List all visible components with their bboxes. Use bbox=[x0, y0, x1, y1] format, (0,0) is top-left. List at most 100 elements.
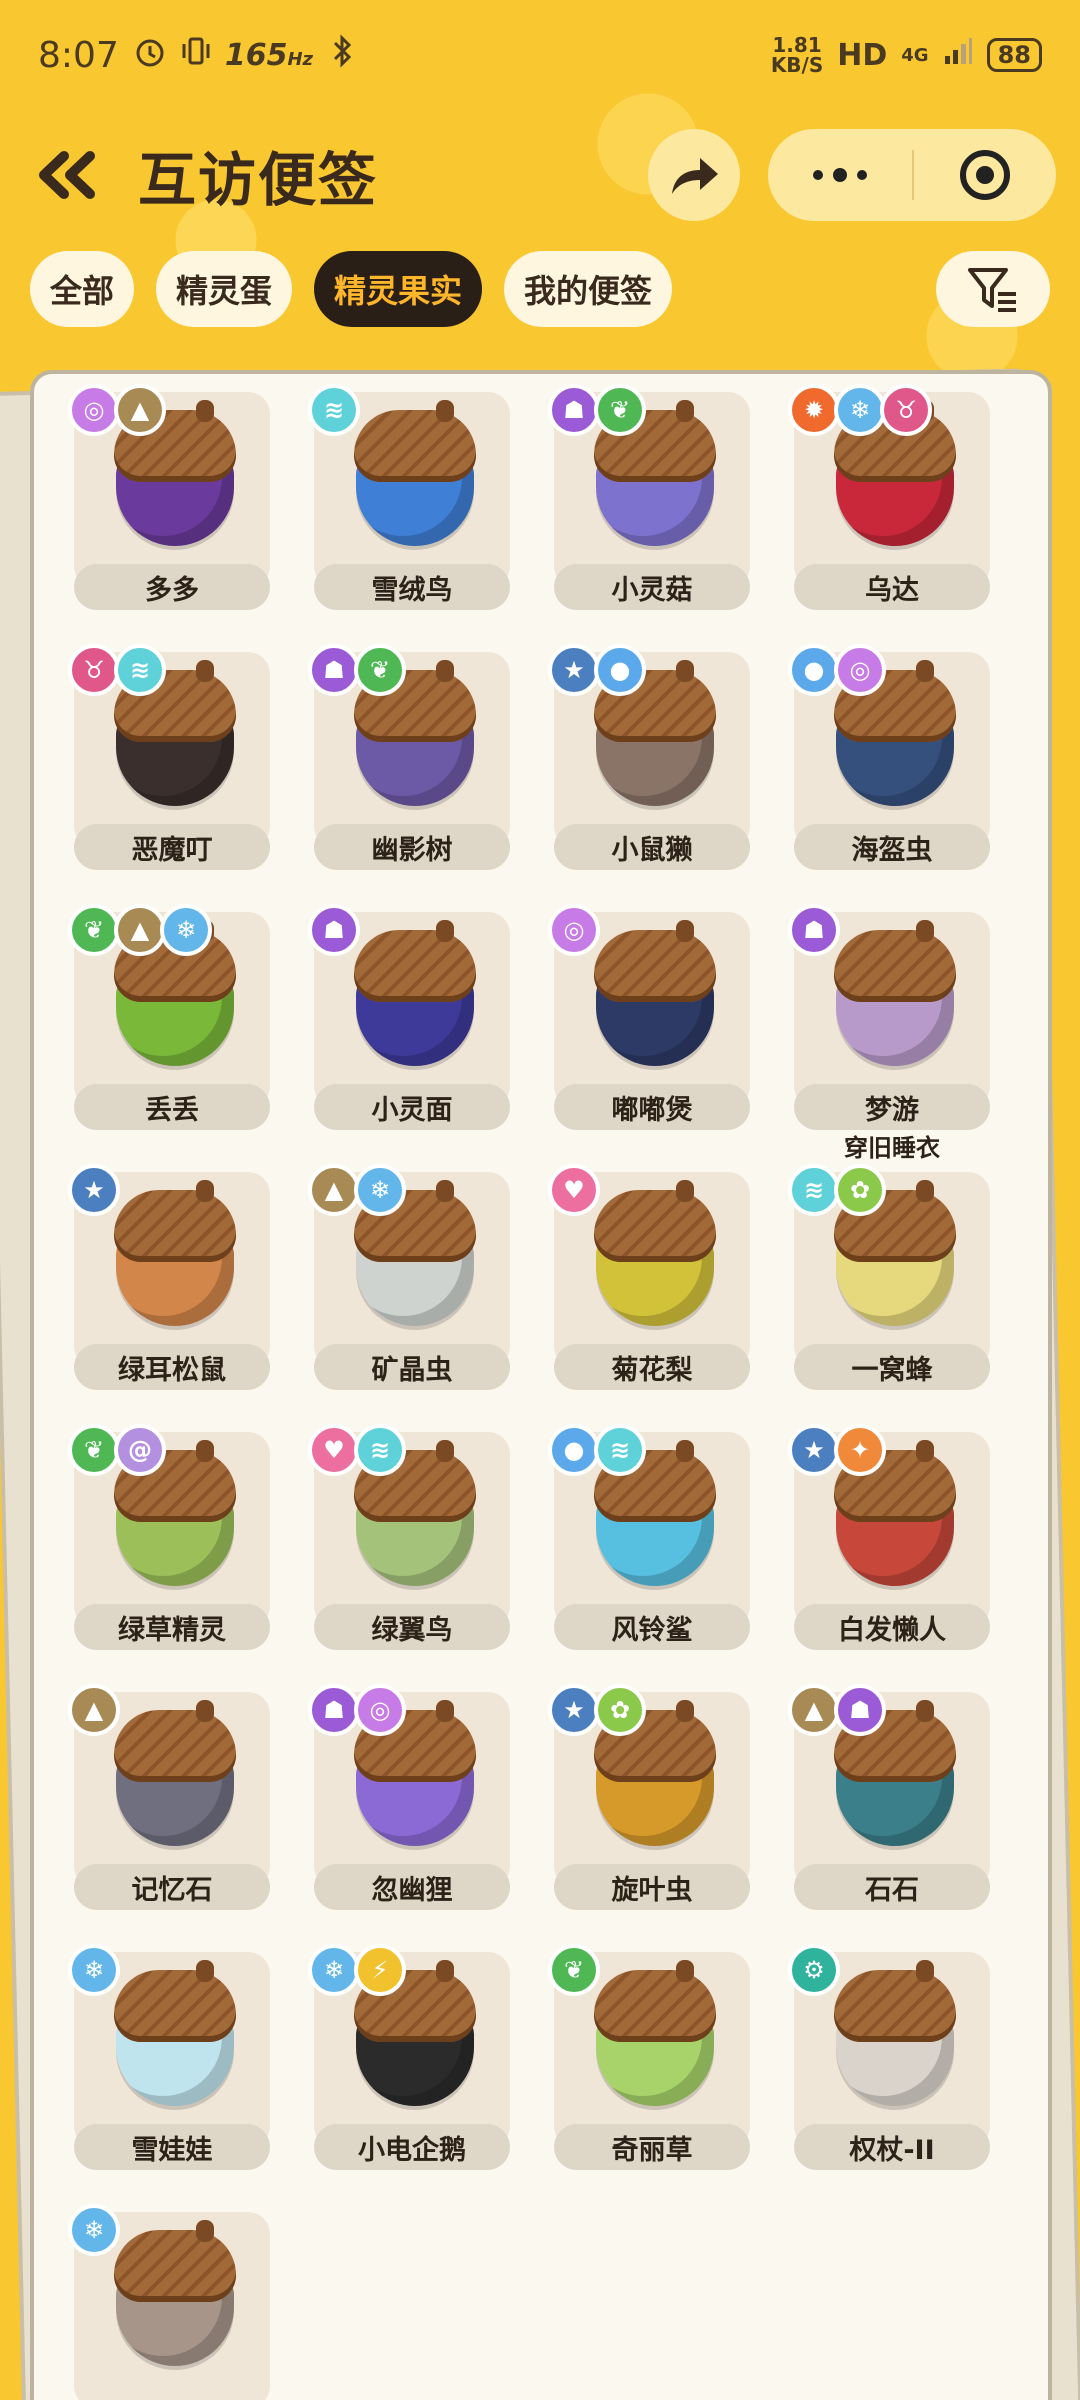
fruit-name: 旋叶虫 bbox=[554, 1864, 750, 1910]
fruit-tile[interactable]: ☗ ❦ 幽影树 bbox=[308, 644, 510, 870]
back-button[interactable] bbox=[30, 139, 102, 211]
fruit-name: 记忆石 bbox=[74, 1864, 270, 1910]
fruit-tile[interactable]: ✹ ❄ ♉ 乌达 bbox=[788, 384, 990, 610]
acorn-stem bbox=[196, 1180, 214, 1202]
ice-icon: ❄ bbox=[308, 1944, 360, 1996]
fruit-tile[interactable]: ❦ 奇丽草 bbox=[548, 1944, 750, 2170]
fruit-tile[interactable]: ☗ 梦游 bbox=[788, 904, 990, 1130]
fruit-name: 小鼠獭 bbox=[554, 824, 750, 870]
fruit-name: 矿晶虫 bbox=[314, 1344, 510, 1390]
mountain-icon: ▲ bbox=[308, 1164, 360, 1216]
fruit-tile[interactable]: ◎ 嘟嘟煲 bbox=[548, 904, 750, 1130]
type-badges: ★ bbox=[68, 1164, 120, 1216]
fruit-name: 雪娃娃 bbox=[74, 2124, 270, 2170]
fruit-tile[interactable]: ● ≋ 风铃鲨 bbox=[548, 1424, 750, 1650]
fruit-tile[interactable]: ★ ✦ 白发懒人 bbox=[788, 1424, 990, 1650]
fruit-tile[interactable]: ● ◎ 海盔虫 bbox=[788, 644, 990, 870]
fruit-tile[interactable]: ★ ● 小鼠獭 bbox=[548, 644, 750, 870]
tab-all[interactable]: 全部 bbox=[30, 251, 135, 327]
fruit-tile[interactable]: ▲ ❄ 矿晶虫 bbox=[308, 1164, 510, 1390]
psychic-icon: ◎ bbox=[548, 904, 600, 956]
tab-spirit-fruit[interactable]: 精灵果实 bbox=[314, 251, 483, 327]
fruit-tile[interactable]: ☗ ❦ 小灵菇 bbox=[548, 384, 750, 610]
header: 互访便签 bbox=[0, 125, 1080, 225]
acorn-stem bbox=[676, 1440, 694, 1462]
fruit-tile[interactable]: ♉ ≋ 恶魔叮 bbox=[68, 644, 270, 870]
type-badges: ☗ bbox=[788, 904, 840, 956]
acorn-fruit-icon bbox=[350, 920, 480, 1070]
type-badges: ● ≋ bbox=[548, 1424, 646, 1476]
filter-button[interactable] bbox=[936, 251, 1050, 327]
tab-my-notes[interactable]: 我的便签 bbox=[504, 251, 673, 327]
page-title: 互访便签 bbox=[138, 146, 379, 214]
fruit-tile[interactable]: ❦ @ 绿草精灵 bbox=[68, 1424, 270, 1650]
acorn-stem bbox=[916, 920, 934, 942]
fruit-tile[interactable]: ★ ✿ 旋叶虫 bbox=[548, 1684, 750, 1910]
acorn-cap bbox=[834, 1970, 956, 2042]
refresh-rate: 165Hz bbox=[224, 37, 314, 73]
leaf-icon: ❦ bbox=[548, 1944, 600, 1996]
mountain-icon: ▲ bbox=[788, 1684, 840, 1736]
acorn-stem bbox=[196, 1700, 214, 1722]
acorn-stem bbox=[676, 400, 694, 422]
acorn-stem bbox=[196, 1440, 214, 1462]
leaf-icon: ❦ bbox=[68, 1424, 120, 1476]
fruit-tile[interactable]: ★ 绿耳松鼠 bbox=[68, 1164, 270, 1390]
fruit-tile[interactable]: ❄ ⚡ 小电企鹅 bbox=[308, 1944, 510, 2170]
fruit-tile[interactable]: ▲ ☗ 石石 bbox=[788, 1684, 990, 1910]
status-time: 8:07 bbox=[38, 34, 119, 76]
notes-card: ◎ ▲ 多多 ≋ 雪绒鸟 ☗ ❦ 小灵菇 ✹ ❄ ♉ 乌达 ♉ ≋ 恶魔叮 ☗ ❦ 幽影树 ★ ● 小鼠獭 ● ◎ 海盔虫 ❦ ▲… bbox=[30, 370, 1052, 2400]
fruit-tile[interactable]: 穿旧睡衣 ≋ ✿ 一窝蜂 bbox=[788, 1134, 990, 1390]
fruit-tile[interactable]: ♥ 菊花梨 bbox=[548, 1164, 750, 1390]
type-badges: ❄ bbox=[68, 2204, 120, 2256]
fruit-tile[interactable]: ▲ 记忆石 bbox=[68, 1684, 270, 1910]
type-badges: ❄ bbox=[68, 1944, 120, 1996]
filter-icon bbox=[968, 268, 1016, 312]
bluetooth-icon bbox=[327, 33, 357, 78]
close-miniprogram-button[interactable] bbox=[914, 147, 1056, 203]
acorn-fruit-icon bbox=[110, 1960, 240, 2110]
fruit-name: 绿翼鸟 bbox=[314, 1604, 510, 1650]
acorn-fruit-icon bbox=[590, 1960, 720, 2110]
fruit-name: 绿耳松鼠 bbox=[74, 1344, 270, 1390]
fruit-tile[interactable]: ❦ ▲ ❄ 丢丢 bbox=[68, 904, 270, 1130]
acorn-fruit-icon bbox=[110, 1700, 240, 1850]
acorn-stem bbox=[916, 1700, 934, 1722]
acorn-stem bbox=[676, 1700, 694, 1722]
ghost-icon: ☗ bbox=[834, 1684, 886, 1736]
ice-icon: ❄ bbox=[68, 1944, 120, 1996]
acorn-fruit-icon bbox=[590, 1180, 720, 1330]
type-badges: ✹ ❄ ♉ bbox=[788, 384, 932, 436]
spiral-icon: @ bbox=[114, 1424, 166, 1476]
ice-icon: ❄ bbox=[160, 904, 212, 956]
acorn-stem bbox=[436, 400, 454, 422]
fruit-name: 多多 bbox=[74, 564, 270, 610]
acorn-stem bbox=[916, 1440, 934, 1462]
fruit-tile[interactable]: ⚙ 权杖-II bbox=[788, 1944, 990, 2170]
tab-spirit-egg[interactable]: 精灵蛋 bbox=[156, 251, 293, 327]
ghost-icon: ☗ bbox=[308, 1684, 360, 1736]
double-chevron-left-icon bbox=[39, 151, 95, 199]
net-speed: 1.81 KB/S bbox=[770, 33, 824, 77]
more-button[interactable] bbox=[768, 168, 912, 182]
fruit-tile[interactable]: ☗ 小灵面 bbox=[308, 904, 510, 1130]
acorn-stem bbox=[436, 1180, 454, 1202]
ghost-icon: ☗ bbox=[788, 904, 840, 956]
fruit-name: 权杖-II bbox=[794, 2124, 990, 2170]
fruit-tile[interactable]: ♥ ≋ 绿翼鸟 bbox=[308, 1424, 510, 1650]
fruit-tile[interactable]: ≋ 雪绒鸟 bbox=[308, 384, 510, 610]
vibrate-icon bbox=[181, 34, 211, 77]
fruit-tile[interactable]: ❄ 雪娃娃 bbox=[68, 1944, 270, 2170]
fruit-tile[interactable]: ❄ bbox=[68, 2204, 270, 2400]
share-button[interactable] bbox=[648, 129, 740, 221]
wing-icon: ≋ bbox=[308, 384, 360, 436]
type-badges: ❦ ▲ ❄ bbox=[68, 904, 212, 956]
type-badges: ♉ ≋ bbox=[68, 644, 166, 696]
type-badges: ★ ✿ bbox=[548, 1684, 646, 1736]
gear-icon: ⚙ bbox=[788, 1944, 840, 1996]
fruit-tile[interactable]: ☗ ◎ 忽幽狸 bbox=[308, 1684, 510, 1910]
fruit-tile[interactable]: ◎ ▲ 多多 bbox=[68, 384, 270, 610]
wing-icon: ≋ bbox=[594, 1424, 646, 1476]
fruit-note: 穿旧睡衣 bbox=[844, 1134, 940, 1162]
fruit-name: 丢丢 bbox=[74, 1084, 270, 1130]
